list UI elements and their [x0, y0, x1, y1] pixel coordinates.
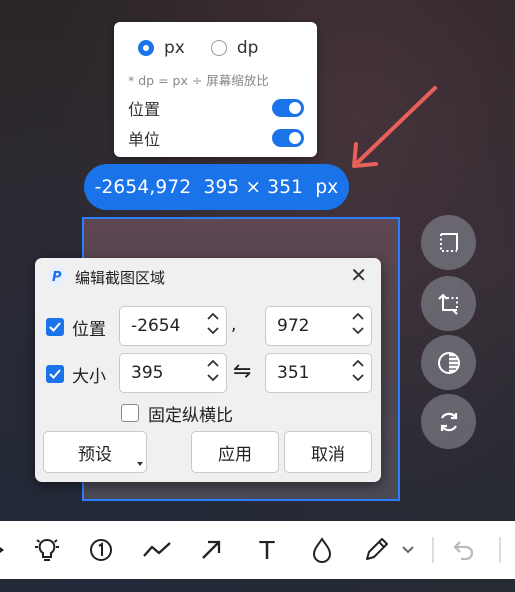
annotation-arrow-icon — [352, 86, 437, 168]
x-value: -2654 — [131, 316, 181, 336]
width-input[interactable]: 395 — [119, 353, 227, 393]
close-icon[interactable]: ✕ — [350, 264, 367, 286]
dp-radio-label[interactable]: dp — [237, 38, 259, 58]
apply-button[interactable]: 应用 — [191, 431, 279, 473]
dialog-title: 编辑截图区域 — [75, 269, 166, 287]
unit-toggle[interactable] — [272, 129, 304, 147]
cancel-label: 取消 — [311, 444, 345, 465]
chevron-up-icon[interactable] — [206, 358, 220, 368]
size-checkbox[interactable] — [46, 365, 64, 383]
refresh-icon — [440, 412, 457, 431]
unit-radio-group: px dp — [138, 38, 284, 58]
flip-button[interactable] — [421, 276, 476, 331]
contrast-button[interactable] — [421, 335, 476, 390]
y-stepper[interactable] — [351, 311, 365, 336]
arrow-icon[interactable] — [198, 537, 224, 563]
lock-ratio-label[interactable]: 固定纵横比 — [148, 401, 233, 426]
chevron-up-icon[interactable] — [206, 311, 220, 321]
unit-toggle-label: 单位 — [128, 130, 161, 149]
toolbar-divider — [499, 537, 501, 563]
number-marker-icon[interactable] — [88, 537, 114, 563]
app-logo-icon: P — [47, 266, 67, 286]
preset-button[interactable]: 预设 — [43, 431, 147, 473]
y-value: 972 — [277, 316, 310, 336]
unit-toggle-row: 单位 — [128, 126, 304, 150]
position-label: 位置 — [72, 320, 106, 340]
chevron-down-icon[interactable] — [206, 326, 220, 336]
chevron-down-icon[interactable] — [351, 373, 365, 383]
toolbar-divider — [432, 537, 434, 563]
apply-label: 应用 — [218, 444, 252, 465]
undo-icon[interactable] — [451, 537, 477, 563]
checkmark-icon — [49, 369, 61, 379]
flip-icon — [437, 293, 458, 315]
chevron-down-icon[interactable] — [351, 326, 365, 336]
dp-radio[interactable] — [210, 40, 227, 56]
px-radio[interactable] — [138, 40, 154, 56]
height-value: 351 — [277, 363, 310, 383]
coordinate-separator: , — [231, 315, 237, 335]
position-toggle[interactable] — [272, 99, 304, 117]
arrow-partial-icon[interactable] — [0, 537, 8, 563]
blur-drop-icon[interactable] — [309, 537, 335, 563]
height-input[interactable]: 351 — [265, 353, 372, 393]
px-radio-label[interactable]: px — [164, 38, 185, 58]
selection-info-pill: -2654,972 395 × 351 px — [84, 164, 349, 210]
swap-size-icon[interactable]: ⇋ — [233, 359, 251, 384]
y-input[interactable]: 972 — [265, 306, 372, 346]
width-stepper[interactable] — [206, 358, 220, 383]
position-checkbox[interactable] — [46, 318, 64, 336]
chevron-down-icon[interactable] — [401, 537, 415, 563]
refresh-button[interactable] — [421, 394, 476, 449]
text-icon[interactable]: T — [254, 536, 280, 565]
svg-text:P: P — [52, 270, 62, 285]
crop-icon — [439, 232, 458, 252]
lock-ratio-checkbox[interactable] — [121, 404, 139, 422]
width-value: 395 — [131, 363, 164, 383]
edit-area-dialog: P 编辑截图区域 ✕ 位置 -2654 , 972 大小 395 ⇋ 351 固… — [35, 258, 381, 482]
size-label: 大小 — [72, 367, 106, 387]
chevron-down-icon[interactable] — [206, 373, 220, 383]
checkmark-icon — [49, 322, 61, 332]
preset-label: 预设 — [78, 444, 112, 465]
position-toggle-row: 位置 — [128, 96, 304, 120]
pen-icon[interactable] — [362, 537, 392, 563]
chevron-up-icon[interactable] — [351, 358, 365, 368]
chevron-up-icon[interactable] — [351, 311, 365, 321]
contrast-icon — [437, 351, 460, 374]
crop-button[interactable] — [421, 215, 476, 270]
position-toggle-label: 位置 — [128, 100, 161, 119]
dropdown-corner-icon — [137, 462, 143, 466]
line-icon[interactable] — [141, 537, 173, 563]
height-stepper[interactable] — [351, 358, 365, 383]
bulb-icon[interactable] — [32, 537, 62, 563]
x-stepper[interactable] — [206, 311, 220, 336]
bottom-toolbar: T — [0, 521, 515, 579]
x-input[interactable]: -2654 — [119, 306, 227, 346]
cancel-button[interactable]: 取消 — [284, 431, 372, 473]
dp-hint: * dp = px ÷ 屏幕缩放比 — [128, 73, 269, 88]
settings-popup: px dp * dp = px ÷ 屏幕缩放比 位置 单位 — [114, 22, 317, 157]
